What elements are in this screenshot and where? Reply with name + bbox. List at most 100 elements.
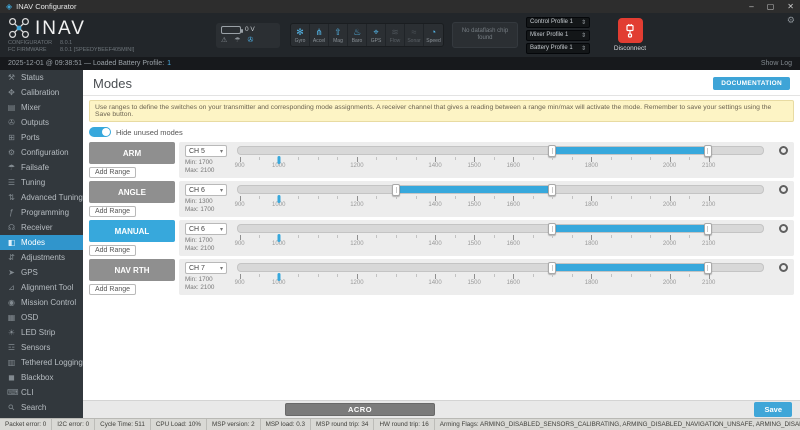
tick-mark	[259, 157, 260, 160]
hide-unused-toggle[interactable]	[89, 127, 111, 137]
tick-mark	[240, 196, 241, 201]
save-button[interactable]: Save	[754, 402, 792, 417]
slider-ticks: 90010001200140015001600180020002100	[237, 155, 764, 171]
mode-range-slider[interactable]: 90010001200140015001600180020002100	[237, 223, 764, 256]
sidebar-item-label: Advanced Tuning	[21, 193, 83, 202]
close-button[interactable]: ✕	[787, 2, 794, 11]
tick-mark	[455, 274, 456, 277]
mode-row-manual: MANUALAdd RangeCH 6▾Min: 1700Max: 210090…	[89, 220, 794, 256]
profile-selectors: Control Profile 1⇕ Mixer Profile 1⇕ Batter…	[526, 17, 590, 54]
sidebar-item-search[interactable]: ⚲Search	[0, 400, 83, 415]
tick-mark	[318, 157, 319, 160]
advanced-tuning-icon: ⇅	[7, 193, 16, 202]
mixer-icon: ▤	[7, 103, 16, 112]
channel-select[interactable]: CH 6▾	[185, 223, 227, 235]
sidebar-item-calibration[interactable]: ✥Calibration	[0, 85, 83, 100]
disconnect-button[interactable]	[618, 18, 643, 43]
sidebar-item-label: Mission Control	[21, 298, 76, 307]
delete-range-icon[interactable]	[779, 224, 788, 233]
sensor-label: Accel	[310, 38, 328, 44]
tick-mark	[240, 235, 241, 240]
delete-range-icon[interactable]	[779, 146, 788, 155]
sidebar-item-label: Calibration	[21, 88, 59, 97]
alignment-tool-icon: ⊿	[7, 283, 16, 292]
sidebar-item-outputs[interactable]: ✇Outputs	[0, 115, 83, 130]
range-minmax: Min: 1700Max: 2100	[185, 276, 233, 291]
sidebar-item-modes[interactable]: ◧Modes	[0, 235, 83, 250]
sidebar-item-tethered-logging[interactable]: ▥Tethered Logging	[0, 355, 83, 370]
settings-gear-icon[interactable]: ⚙	[787, 15, 795, 26]
logo-text: INAV	[35, 19, 86, 38]
mode-range-slider[interactable]: 90010001200140015001600180020002100	[237, 145, 764, 178]
tick-label: 1500	[467, 163, 480, 169]
maximize-button[interactable]: ▢	[767, 2, 775, 11]
control-profile-1-select[interactable]: Control Profile 1⇕	[526, 17, 590, 28]
channel-select-value: CH 5	[189, 148, 205, 155]
tick-mark	[670, 274, 671, 279]
tick-mark	[631, 235, 632, 238]
show-log-link[interactable]: Show Log	[761, 60, 792, 67]
range-max-value: Max: 1700	[185, 206, 233, 214]
sidebar-item-label: Configuration	[21, 148, 69, 157]
gyro-icon: ✻	[291, 27, 309, 37]
sidebar-item-adjustments[interactable]: ⇵Adjustments	[0, 250, 83, 265]
documentation-button[interactable]: DOCUMENTATION	[713, 77, 790, 90]
sidebar-item-alignment-tool[interactable]: ⊿Alignment Tool	[0, 280, 83, 295]
sidebar-item-osd[interactable]: ▦OSD	[0, 310, 83, 325]
channel-select[interactable]: CH 5▾	[185, 145, 227, 157]
add-range-button[interactable]: Add Range	[89, 245, 136, 256]
version-block: CONFIGURATOR 8.0.1 FC FIRMWARE 8.0.1 [SP…	[8, 40, 216, 53]
mode-range-slider[interactable]: 90010001200140015001600180020002100	[237, 184, 764, 217]
tick-mark	[318, 235, 319, 238]
sidebar-item-programming[interactable]: ƒProgramming	[0, 205, 83, 220]
sidebar-item-gps[interactable]: ➤GPS	[0, 265, 83, 280]
sensor-status-bar: ✻Gyro⋔Accel⇧Mag♨Baro⌖GPS≋Flow≈Sonar◔Spee…	[290, 23, 444, 47]
tick-mark	[396, 274, 397, 277]
delete-range-icon[interactable]	[779, 185, 788, 194]
search-icon: ⚲	[5, 401, 18, 414]
tick-mark	[533, 157, 534, 160]
mode-range-slider[interactable]: 90010001200140015001600180020002100	[237, 262, 764, 295]
acro-button[interactable]: ACRO	[285, 403, 435, 416]
status-segment: MSP round trip: 34	[311, 419, 374, 430]
channel-select[interactable]: CH 6▾	[185, 184, 227, 196]
sidebar-item-sensors[interactable]: ☲Sensors	[0, 340, 83, 355]
tick-mark	[318, 196, 319, 199]
sidebar-item-mixer[interactable]: ▤Mixer	[0, 100, 83, 115]
tick-mark	[552, 196, 553, 199]
minimize-button[interactable]: –	[749, 2, 753, 11]
sidebar-item-tuning[interactable]: ☰Tuning	[0, 175, 83, 190]
add-range-button[interactable]: Add Range	[89, 284, 136, 295]
range-min-value: Min: 1300	[185, 198, 233, 206]
sidebar-item-receiver[interactable]: ☊Receiver	[0, 220, 83, 235]
channel-select[interactable]: CH 7▾	[185, 262, 227, 274]
configuration-icon: ⚙	[7, 148, 16, 157]
sidebar-item-blackbox[interactable]: ◼Blackbox	[0, 370, 83, 385]
mixer-profile-1-select[interactable]: Mixer Profile 1⇕	[526, 30, 590, 41]
add-range-button[interactable]: Add Range	[89, 206, 136, 217]
sidebar-item-advanced-tuning[interactable]: ⇅ Advanced Tuning	[0, 190, 83, 205]
sidebar-item-failsafe[interactable]: ☂Failsafe	[0, 160, 83, 175]
tick-mark	[259, 196, 260, 199]
sidebar-item-status[interactable]: ⚒Status	[0, 70, 83, 85]
failsafe-icon: ☂	[234, 37, 240, 45]
delete-range-icon[interactable]	[779, 263, 788, 272]
current-channel-value-marker	[277, 195, 280, 203]
status-segment: MSP version: 2	[207, 419, 261, 430]
tick-label: 1200	[350, 163, 363, 169]
sidebar-item-ports[interactable]: ⊞Ports	[0, 130, 83, 145]
tick-mark	[357, 196, 358, 201]
status-icon: ⚒	[7, 73, 16, 82]
sidebar-item-led-strip[interactable]: ☀LED Strip	[0, 325, 83, 340]
sidebar-item-mission-control[interactable]: ◉Mission Control	[0, 295, 83, 310]
battery-profile-1-select[interactable]: Battery Profile 1⇕	[526, 43, 590, 54]
sidebar-item-configuration[interactable]: ⚙ Configuration	[0, 145, 83, 160]
sidebar-item-cli[interactable]: ⌨CLI	[0, 385, 83, 400]
status-segment: CPU Load: 10%	[151, 419, 207, 430]
add-range-button[interactable]: Add Range	[89, 167, 136, 178]
tethered-logging-icon: ▥	[7, 358, 16, 367]
tick-mark	[572, 235, 573, 238]
selected-range-bar	[552, 147, 708, 154]
tick-mark	[513, 196, 514, 201]
tick-label: 2100	[702, 202, 715, 208]
